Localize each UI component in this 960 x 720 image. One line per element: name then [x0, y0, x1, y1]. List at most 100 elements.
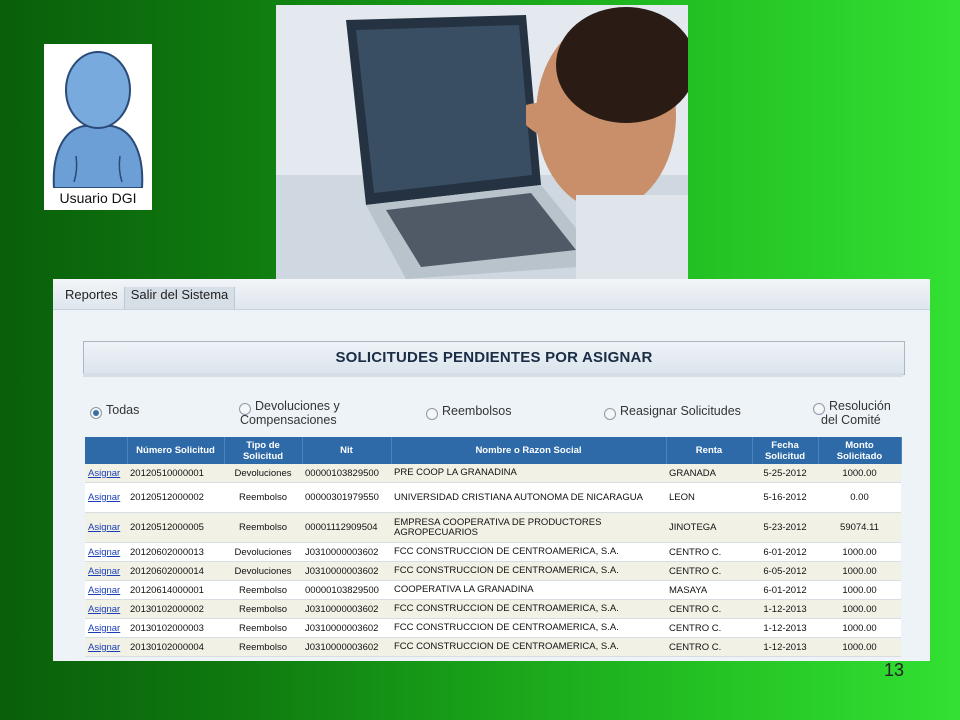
- cell-renta: CENTRO C.: [666, 599, 752, 619]
- cell-tipo: Reembolso: [224, 512, 302, 543]
- cell-monto: 1000.00: [818, 637, 901, 657]
- cell-monto: 1000.00: [818, 542, 901, 562]
- solicitudes-table: Número Solicitud Tipo de Solicitud Nit Nombr…: [85, 437, 902, 657]
- cell-nombre: FCC CONSTRUCCION DE CENTROAMERICA, S.A.: [391, 599, 666, 619]
- cell-fecha: 5-16-2012: [752, 482, 818, 513]
- filter-label-line2: del Comité: [821, 413, 881, 427]
- cell-monto: 0.00: [818, 482, 901, 513]
- radio-selected-icon[interactable]: [90, 407, 102, 419]
- cell-tipo: Devoluciones: [224, 561, 302, 581]
- column-header-label-line2: Solicitud: [764, 450, 806, 462]
- cell-nombre: PRE COOP LA GRANADINA: [391, 464, 666, 483]
- filter-label: Todas: [106, 403, 140, 417]
- cell-renta: CENTRO C.: [666, 542, 752, 562]
- cell-nit: J0310000003602: [302, 637, 391, 657]
- app-window: Reportes Salir del Sistema SOLICITUDES P…: [53, 279, 930, 661]
- cell-renta: JINOTEGA: [666, 512, 752, 543]
- column-header: Número Solicitud: [127, 437, 225, 464]
- cell-tipo: Reembolso: [224, 599, 302, 619]
- radio-icon[interactable]: [239, 403, 251, 415]
- cell-nombre: EMPRESA COOPERATIVA DE PRODUCTORES AGROP…: [391, 512, 666, 543]
- asignar-link[interactable]: Asignar: [88, 585, 120, 596]
- column-header-label: Fecha: [771, 439, 799, 451]
- user-card: Usuario DGI: [44, 44, 152, 210]
- column-header: [85, 437, 128, 464]
- column-header-label-line2: Solicitado: [836, 450, 883, 462]
- menu-bar: Reportes Salir del Sistema: [53, 279, 930, 310]
- cell-nit: J0310000003602: [302, 618, 391, 638]
- filter-resolucion-comite[interactable]: Resolución del Comité: [813, 399, 891, 427]
- cell-tipo: Devoluciones: [224, 542, 302, 562]
- cell-renta: GRANADA: [666, 464, 752, 483]
- filter-todas[interactable]: Todas: [90, 403, 139, 419]
- cell-monto: 1000.00: [818, 580, 901, 600]
- column-header: Fecha Solicitud: [752, 437, 819, 464]
- cell-monto: 1000.00: [818, 618, 901, 638]
- radio-icon[interactable]: [426, 408, 438, 420]
- table-row: Asignar 20120614000001 Reembolso 0000010382…: [85, 580, 901, 600]
- slide-page-number: 13: [883, 660, 904, 680]
- cell-numero: 20120512000005: [127, 512, 224, 543]
- cell-numero: 20130102000003: [127, 618, 224, 638]
- cell-nombre: FCC CONSTRUCCION DE CENTROAMERICA, S.A.: [391, 637, 666, 657]
- cell-numero: 20120512000002: [127, 482, 224, 513]
- asignar-link[interactable]: Asignar: [88, 468, 120, 479]
- user-avatar-icon: [52, 51, 144, 188]
- column-header-label: Nombre o Razon Social: [475, 445, 582, 456]
- table-row: Asignar 20130102000004 Reembolso J031000000…: [85, 637, 901, 657]
- cell-action: Asignar: [85, 637, 127, 657]
- cell-numero: 20130102000004: [127, 637, 224, 657]
- cell-renta: CENTRO C.: [666, 561, 752, 581]
- cell-tipo: Reembolso: [224, 580, 302, 600]
- cell-numero: 20120510000001: [127, 464, 224, 483]
- asignar-link[interactable]: Asignar: [88, 492, 120, 503]
- cell-nit: 00000103829500: [302, 464, 391, 483]
- cell-numero: 20120602000014: [127, 561, 224, 581]
- cell-fecha: 1-12-2013: [752, 599, 818, 619]
- hero-photo: [276, 5, 688, 279]
- cell-tipo: Reembolso: [224, 618, 302, 638]
- table-row: Asignar 20120602000013 Devoluciones J031000…: [85, 542, 901, 562]
- table-row: Asignar 20130102000002 Reembolso J031000000…: [85, 599, 901, 619]
- column-header: Tipo de Solicitud: [224, 437, 303, 464]
- asignar-link[interactable]: Asignar: [88, 566, 120, 577]
- cell-action: Asignar: [85, 580, 127, 600]
- cell-fecha: 5-25-2012: [752, 464, 818, 483]
- menu-reportes[interactable]: Reportes: [59, 287, 125, 309]
- cell-nit: J0310000003602: [302, 561, 391, 581]
- cell-nombre: COOPERATIVA LA GRANADINA: [391, 580, 666, 600]
- menu-salir-del-sistema[interactable]: Salir del Sistema: [124, 287, 236, 309]
- column-header-label: Número Solicitud: [136, 445, 215, 456]
- column-header-label: Monto: [845, 439, 874, 451]
- user-card-label: Usuario DGI: [59, 190, 137, 206]
- asignar-link[interactable]: Asignar: [88, 604, 120, 615]
- cell-action: Asignar: [85, 599, 127, 619]
- radio-icon[interactable]: [813, 403, 825, 415]
- column-header: Renta: [666, 437, 753, 464]
- cell-nit: 00000301979550: [302, 482, 391, 513]
- cell-nit: 00000103829500: [302, 580, 391, 600]
- column-header-label: Tipo de: [246, 439, 280, 451]
- cell-action: Asignar: [85, 561, 127, 581]
- cell-numero: 20120614000001: [127, 580, 224, 600]
- cell-nombre: FCC CONSTRUCCION DE CENTROAMERICA, S.A.: [391, 542, 666, 562]
- table-row: Asignar 20130102000003 Reembolso J031000000…: [85, 618, 901, 638]
- filter-reasignar[interactable]: Reasignar Solicitudes: [604, 404, 741, 420]
- cell-fecha: 6-01-2012: [752, 580, 818, 600]
- asignar-link[interactable]: Asignar: [88, 642, 120, 653]
- filter-label-line2: Compensaciones: [240, 413, 337, 427]
- column-header: Nombre o Razon Social: [391, 437, 667, 464]
- cell-nit: J0310000003602: [302, 599, 391, 619]
- asignar-link[interactable]: Asignar: [88, 522, 120, 533]
- title-divider: [83, 373, 903, 377]
- asignar-link[interactable]: Asignar: [88, 547, 120, 558]
- cell-tipo: Devoluciones: [224, 464, 302, 483]
- slide: Usuario DGI Reportes Salir del Sistema S…: [0, 0, 960, 720]
- radio-icon[interactable]: [604, 408, 616, 420]
- filter-reembolsos[interactable]: Reembolsos: [426, 404, 511, 420]
- filter-devoluciones[interactable]: Devoluciones y Compensaciones: [239, 399, 340, 427]
- cell-nombre: FCC CONSTRUCCION DE CENTROAMERICA, S.A.: [391, 618, 666, 638]
- cell-fecha: 1-12-2013: [752, 637, 818, 657]
- filter-label: Reembolsos: [442, 404, 512, 418]
- asignar-link[interactable]: Asignar: [88, 623, 120, 634]
